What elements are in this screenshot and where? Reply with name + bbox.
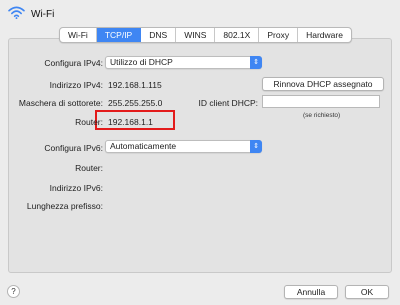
tab-wifi[interactable]: Wi-Fi: [60, 28, 97, 42]
configure-ipv4-label: Configura IPv4:: [44, 58, 103, 68]
router-label: Router:: [75, 117, 103, 127]
dhcp-client-id-field[interactable]: [262, 95, 380, 108]
tab-tcpip[interactable]: TCP/IP: [96, 28, 142, 42]
prefix-length-label: Lunghezza prefisso:: [26, 201, 103, 211]
renew-dhcp-button[interactable]: Rinnova DHCP assegnato: [262, 77, 384, 91]
tab-wins[interactable]: WINS: [176, 28, 216, 42]
tab-8021x[interactable]: 802.1X: [215, 28, 260, 42]
dhcp-client-id-hint: (se richiesto): [303, 112, 341, 119]
router-value: 192.168.1.1: [108, 117, 153, 127]
ipv6-address-label: Indirizzo IPv6:: [49, 183, 103, 193]
updown-chevron-icon: ⇕: [250, 56, 262, 69]
wifi-icon: [8, 6, 25, 19]
configure-ipv4-popup[interactable]: Utilizzo di DHCP ⇕: [105, 56, 262, 69]
updown-chevron-icon: ⇕: [250, 140, 262, 153]
dhcp-client-id-label: ID client DHCP:: [198, 98, 258, 108]
ipv4-address-label: Indirizzo IPv4:: [49, 80, 103, 90]
tab-bar: Wi-Fi TCP/IP DNS WINS 802.1X Proxy Hardw…: [59, 27, 352, 43]
configure-ipv6-value: Automaticamente: [110, 141, 177, 151]
tab-dns[interactable]: DNS: [141, 28, 177, 42]
ipv4-address-value: 192.168.1.115: [108, 80, 162, 90]
cancel-button[interactable]: Annulla: [284, 285, 338, 299]
window-title: Wi-Fi: [31, 9, 55, 20]
tab-hardware[interactable]: Hardware: [298, 28, 351, 42]
help-button[interactable]: ?: [7, 285, 20, 298]
ipv6-router-label: Router:: [75, 163, 103, 173]
tab-proxy[interactable]: Proxy: [259, 28, 299, 42]
configure-ipv6-popup[interactable]: Automaticamente ⇕: [105, 140, 262, 153]
settings-panel: [8, 38, 392, 273]
window-header: Wi-Fi: [0, 0, 400, 26]
configure-ipv6-label: Configura IPv6:: [44, 143, 103, 153]
configure-ipv4-value: Utilizzo di DHCP: [110, 57, 173, 67]
subnet-mask-label: Maschera di sottorete:: [18, 98, 103, 108]
subnet-mask-value: 255.255.255.0: [108, 98, 163, 108]
ok-button[interactable]: OK: [345, 285, 389, 299]
